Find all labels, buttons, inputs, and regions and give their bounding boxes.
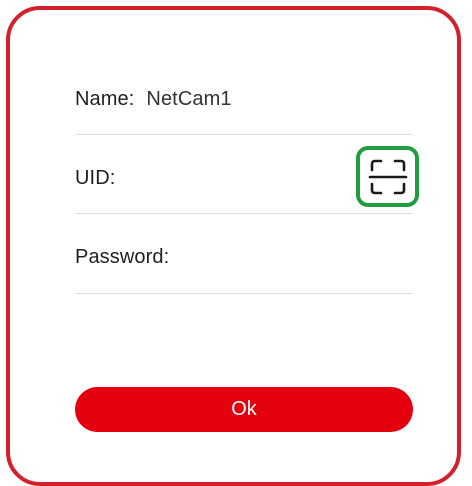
ok-button[interactable]: Ok bbox=[75, 387, 413, 432]
name-label: Name: bbox=[75, 87, 135, 110]
uid-label: UID: bbox=[75, 166, 116, 189]
password-input[interactable] bbox=[177, 241, 447, 273]
name-row[interactable]: Name: NetCam1 bbox=[75, 79, 413, 119]
divider bbox=[75, 134, 413, 135]
divider bbox=[75, 213, 413, 214]
password-label: Password: bbox=[75, 245, 170, 268]
scan-qr-button[interactable] bbox=[356, 146, 419, 207]
password-row[interactable]: Password: bbox=[75, 237, 447, 277]
name-value[interactable]: NetCam1 bbox=[146, 88, 231, 111]
divider bbox=[75, 293, 413, 294]
qr-scan-icon bbox=[368, 159, 407, 194]
